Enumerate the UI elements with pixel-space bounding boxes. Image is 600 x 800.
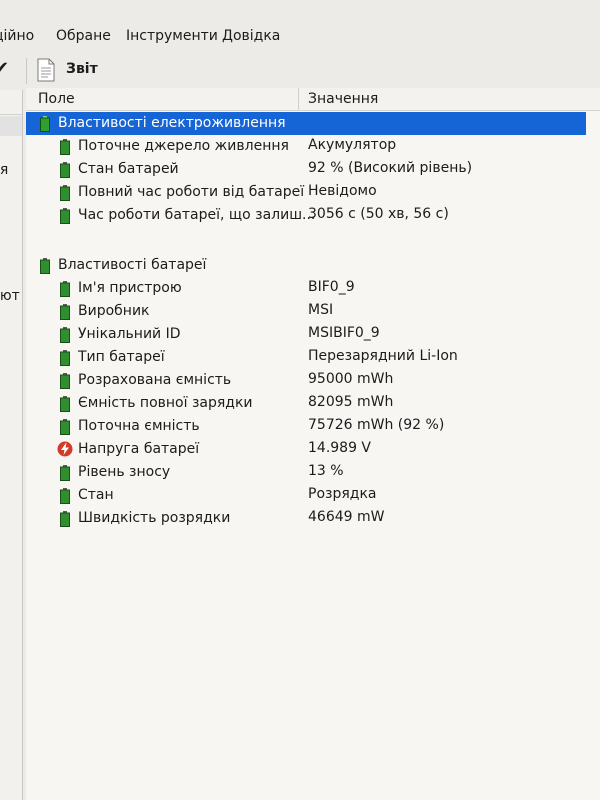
battery-icon [60, 419, 70, 435]
battery-icon [60, 327, 70, 343]
property-row[interactable]: Рівень зносу 13 % [26, 461, 600, 484]
battery-icon [60, 139, 70, 155]
property-value: 75726 mWh (92 %) [308, 417, 445, 433]
navigation-tree-pane[interactable]: ія 'ют [0, 90, 23, 800]
report-document-icon [37, 58, 55, 82]
property-value: 13 % [308, 463, 344, 479]
property-row[interactable]: Напруга батареї 14.989 V [26, 438, 600, 461]
property-field: Стан [78, 487, 114, 503]
tree-item-fragment[interactable]: ія [0, 162, 8, 178]
battery-icon [60, 373, 70, 389]
group-power-properties[interactable]: Властивості електроживлення [26, 112, 586, 135]
left-pane-header [0, 90, 22, 115]
toolbar: ✔ Звіт [0, 54, 600, 88]
property-row[interactable]: Ємність повної зарядки 82095 mWh [26, 392, 600, 415]
battery-icon [60, 162, 70, 178]
property-value: 82095 mWh [308, 394, 394, 410]
property-row[interactable]: Тип батареї Перезарядний Li-Ion [26, 346, 600, 369]
property-field: Швидкість розрядки [78, 510, 231, 526]
report-button[interactable]: Звіт [36, 56, 116, 86]
property-row[interactable]: Повний час роботи від батареї Невідомо [26, 181, 600, 204]
property-value: Невідомо [308, 183, 377, 199]
property-field: Поточна ємність [78, 418, 200, 434]
property-value: 14.989 V [308, 440, 372, 456]
menu-item-functions[interactable]: ційно [0, 28, 34, 44]
property-value: BIF0_9 [308, 279, 355, 295]
group-title: Властивості батареї [58, 257, 207, 273]
column-divider[interactable] [298, 88, 299, 110]
property-field: Стан батарей [78, 161, 179, 177]
property-field: Повний час роботи від батареї [78, 184, 305, 200]
properties-list: Поле Значення Властивості електроживленн… [26, 88, 600, 800]
property-field: Рівень зносу [78, 464, 171, 480]
battery-icon [40, 258, 50, 274]
menu-item-help[interactable]: Довідка [222, 28, 280, 44]
property-row[interactable]: Час роботи батареї, що залиш... 3056 с (… [26, 204, 600, 227]
menu-item-tools[interactable]: Інструменти [126, 28, 218, 44]
property-row[interactable]: Виробник MSI [26, 300, 600, 323]
battery-icon [60, 350, 70, 366]
property-value: MSI [308, 302, 334, 318]
column-header-value[interactable]: Значення [308, 91, 378, 107]
battery-icon [40, 116, 50, 132]
property-row[interactable]: Швидкість розрядки 46649 mW [26, 507, 600, 530]
battery-icon [60, 208, 70, 224]
property-field: Час роботи батареї, що залиш... [78, 207, 316, 223]
property-row[interactable]: Стан Розрядка [26, 484, 600, 507]
group-title: Властивості електроживлення [58, 115, 286, 131]
property-field: Ємність повної зарядки [78, 395, 253, 411]
battery-icon [60, 304, 70, 320]
property-row[interactable]: Стан батарей 92 % (Високий рівень) [26, 158, 600, 181]
property-row[interactable]: Поточне джерело живлення Акумулятор [26, 135, 600, 158]
property-value: Перезарядний Li-Ion [308, 348, 458, 364]
checkmark-icon[interactable]: ✔ [0, 58, 9, 79]
battery-icon [60, 511, 70, 527]
menu-item-favorites[interactable]: Обране [56, 28, 111, 44]
property-field: Виробник [78, 303, 150, 319]
property-field: Розрахована ємність [78, 372, 232, 388]
property-value: Акумулятор [308, 137, 397, 153]
property-row[interactable]: Ім'я пристрою BIF0_9 [26, 277, 600, 300]
battery-icon [60, 465, 70, 481]
property-field: Тип батареї [78, 349, 165, 365]
tree-item-fragment[interactable]: 'ют [0, 288, 20, 304]
property-value: 46649 mW [308, 509, 385, 525]
toolbar-separator [26, 58, 27, 84]
property-value: 92 % (Високий рівень) [308, 160, 473, 176]
property-value: Розрядка [308, 486, 377, 502]
property-field: Напруга батареї [78, 441, 200, 457]
battery-icon [60, 185, 70, 201]
property-field: Ім'я пристрою [78, 280, 182, 296]
list-header: Поле Значення [26, 88, 600, 111]
property-row[interactable]: Поточна ємність 75726 mWh (92 %) [26, 415, 600, 438]
battery-icon [60, 396, 70, 412]
menu-bar: ційно Обране Інструменти Довідка [0, 22, 600, 52]
battery-icon [60, 281, 70, 297]
property-row[interactable]: Розрахована ємність 95000 mWh [26, 369, 600, 392]
battery-icon [60, 488, 70, 504]
property-field: Унікальний ID [78, 326, 181, 342]
property-row[interactable]: Унікальний ID MSIBIF0_9 [26, 323, 600, 346]
property-field: Поточне джерело живлення [78, 138, 289, 154]
property-value: 95000 mWh [308, 371, 394, 387]
property-value: MSIBIF0_9 [308, 325, 380, 341]
group-battery-properties[interactable]: Властивості батареї [26, 254, 600, 277]
column-header-field[interactable]: Поле [38, 91, 75, 107]
property-value: 3056 с (50 хв, 56 с) [308, 206, 449, 222]
voltage-icon [57, 441, 73, 457]
report-button-label: Звіт [66, 61, 98, 77]
left-pane-selection [0, 116, 22, 136]
